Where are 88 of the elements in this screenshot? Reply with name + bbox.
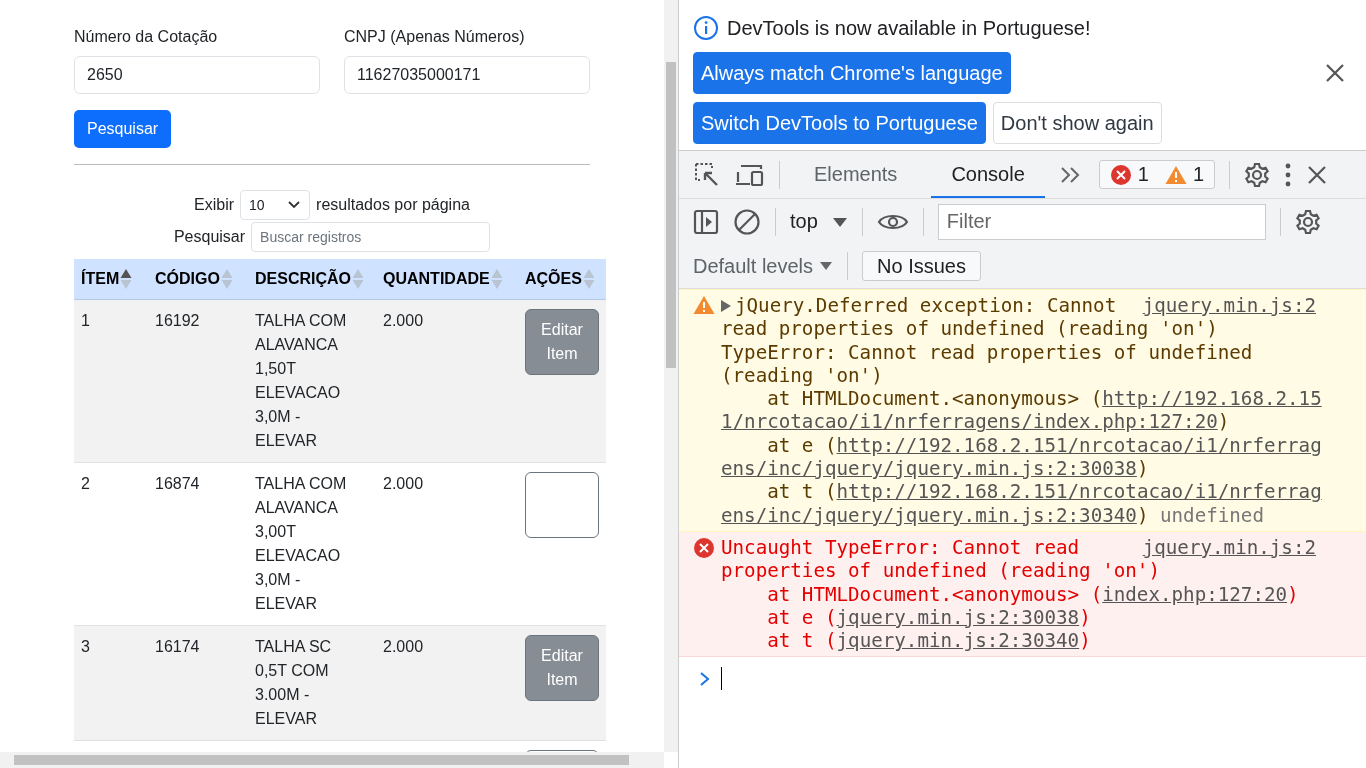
length-label: Exibir: [194, 196, 235, 214]
console-text: ): [1217, 410, 1230, 434]
error-icon: [1109, 163, 1132, 186]
log-levels-dropdown[interactable]: Default levels: [693, 254, 834, 278]
console-text: at HTMLDocument.<anonymous> (: [766, 387, 1103, 411]
console-link[interactable]: http://192.168.2.151/nrcotacao/i1/nrferrag: [836, 433, 1322, 458]
console-text: Uncaught TypeError: Cannot read: [721, 535, 1080, 560]
info-icon: [693, 15, 719, 41]
infobar-button[interactable]: Always match Chrome's language: [693, 52, 1011, 94]
warning-icon: [1164, 164, 1187, 185]
console-text: at e (: [766, 433, 837, 458]
column-header[interactable]: QUANTIDADE: [376, 259, 518, 300]
console-link[interactable]: 1/nrcotacao/i1/nrferragens/index.php:127:20: [721, 410, 1218, 434]
console-link[interactable]: ens/inc/jquery/jquery.min.js:2:30340: [721, 503, 1137, 527]
clear-console-icon[interactable]: [733, 207, 761, 236]
field-label: CNPJ (Apenas Números): [344, 27, 526, 47]
sidebar-toggle-icon[interactable]: [693, 208, 719, 235]
search-button[interactable]: Pesquisar: [74, 110, 172, 148]
expand-arrow-icon[interactable]: [721, 299, 731, 312]
panel-tab[interactable]: Elements: [794, 151, 918, 198]
filter-label: Pesquisar: [173, 228, 246, 246]
dropdown-arrow-icon: [831, 216, 848, 227]
console-text: read properties of undefined (reading 'on'): [721, 317, 1218, 341]
console-link[interactable]: ens/inc/jquery/jquery.min.js:2:30038: [721, 457, 1137, 481]
table-cell: TALHA COM ALAVANCA 1,50T ELEVACAO 3,0M - ELEVAR: [255, 312, 347, 449]
warning-icon: [693, 295, 715, 315]
table-cell: 2: [81, 475, 90, 492]
console-text: at t (: [766, 480, 837, 504]
console-link[interactable]: http://192.168.2.15: [1102, 387, 1322, 411]
more-options-icon[interactable]: [1284, 162, 1292, 187]
settings-icon[interactable]: [1244, 161, 1270, 188]
table-cell: 2.000: [383, 475, 424, 492]
close-icon[interactable]: [1306, 163, 1328, 186]
console-text: at HTMLDocument.<anonymous> (: [766, 582, 1103, 606]
dropdown-arrow-icon: [819, 261, 834, 271]
context-dropdown[interactable]: top: [790, 210, 848, 233]
prompt-chevron-icon: [699, 670, 711, 687]
text-cursor: [721, 667, 722, 691]
search-field[interactable]: Buscar registros: [251, 222, 491, 252]
console-text: undefined: [1160, 503, 1264, 527]
table-cell: 16874: [155, 475, 200, 492]
edit-item-button[interactable]: [525, 472, 599, 538]
page-size-select[interactable]: 10: [240, 190, 311, 220]
console-text: TypeError: Cannot read properties of undefined: [721, 340, 1253, 364]
console-link[interactable]: jquery.min.js:2:30038: [836, 605, 1080, 630]
console-text: ): [1079, 605, 1091, 630]
console-text: at t (: [766, 629, 837, 653]
issue-counter[interactable]: 1 1: [1098, 160, 1215, 189]
issues-button[interactable]: No Issues: [862, 251, 981, 281]
input-field[interactable]: 11627035000171: [344, 56, 590, 94]
console-text: properties of undefined (reading 'on'): [721, 559, 1160, 583]
console-link[interactable]: index.php:127:20: [1102, 582, 1288, 606]
infobar-button[interactable]: Don't show again: [992, 102, 1162, 144]
column-header[interactable]: DESCRIÇÃO: [248, 259, 376, 300]
info-message: DevTools is now available in Portuguese!: [727, 16, 1091, 40]
console-text: ): [1136, 503, 1150, 527]
column-header[interactable]: AÇÕES: [518, 259, 606, 300]
table-cell: TALHA COM ALAVANCA 3,00T ELEVACAO 3,0M - ELEVAR: [255, 475, 347, 612]
console-text: ): [1079, 629, 1091, 653]
column-header[interactable]: ÍTEM: [74, 259, 148, 300]
infobar-button[interactable]: Switch DevTools to Portuguese: [693, 102, 986, 144]
table-cell: 3: [81, 638, 90, 655]
table-cell: 16174: [155, 638, 200, 655]
field-label: Número da Cotação: [74, 27, 219, 47]
table-cell: 1: [81, 312, 90, 329]
table-cell: 16192: [155, 312, 200, 329]
filter-field[interactable]: Filter: [937, 203, 1266, 240]
length-label: resultados por página: [316, 196, 470, 214]
error-icon: [693, 536, 715, 559]
console-text: ): [1287, 582, 1299, 606]
input-field[interactable]: 2650: [74, 56, 320, 94]
close-icon[interactable]: [1324, 62, 1346, 84]
source-link[interactable]: jquery.min.js:2: [1142, 294, 1316, 318]
console-text: jQuery.Deferred exception: Cannot: [735, 294, 1117, 318]
console-link[interactable]: http://192.168.2.151/nrcotacao/i1/nrferrag: [836, 480, 1322, 504]
chevron-down-icon: [287, 200, 302, 210]
console-text: (reading 'on'): [721, 363, 883, 388]
table-cell: TALHA SC 0,5T COM 3.00M - ELEVAR: [255, 638, 332, 727]
vertical-scrollbar[interactable]: [664, 0, 678, 752]
console-text: ): [1136, 457, 1149, 481]
table-cell: 2.000: [383, 312, 424, 329]
console-link[interactable]: jquery.min.js:2:30340: [836, 629, 1080, 653]
column-header[interactable]: CÓDIGO: [148, 259, 248, 300]
table-cell: 2.000: [383, 638, 424, 655]
console-text: at e (: [766, 605, 837, 630]
horizontal-scrollbar[interactable]: [0, 752, 664, 768]
source-link[interactable]: jquery.min.js:2: [1142, 535, 1316, 560]
settings-icon[interactable]: [1294, 208, 1321, 235]
